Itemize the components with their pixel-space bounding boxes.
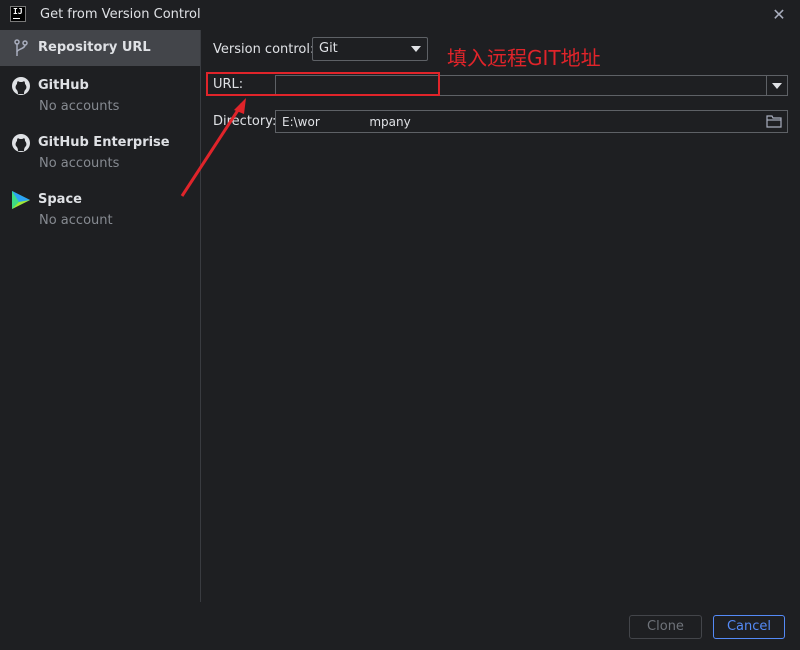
- cancel-button[interactable]: Cancel: [713, 615, 785, 639]
- sidebar-item-label: Repository URL: [38, 40, 151, 55]
- chevron-down-icon: [411, 46, 421, 52]
- folder-icon[interactable]: [766, 114, 782, 128]
- close-icon[interactable]: ✕: [768, 4, 790, 26]
- github-icon: [12, 134, 30, 152]
- vcs-branch-icon: [14, 39, 28, 56]
- sidebar-item-sub: No accounts: [39, 156, 120, 171]
- space-icon: [12, 191, 30, 209]
- directory-input[interactable]: [275, 110, 788, 133]
- sidebar-item-sub: No account: [39, 213, 113, 228]
- version-control-label: Version control:: [213, 42, 315, 57]
- sidebar-item-space[interactable]: Space No account: [0, 184, 200, 234]
- sidebar-item-github-enterprise[interactable]: GitHub Enterprise No accounts: [0, 127, 200, 177]
- version-control-select[interactable]: Git: [312, 37, 428, 61]
- sidebar-item-sub: No accounts: [39, 99, 120, 114]
- url-history-dropdown[interactable]: [766, 75, 788, 96]
- sidebar-item-repository-url[interactable]: Repository URL: [0, 30, 200, 66]
- clone-button[interactable]: Clone: [629, 615, 702, 639]
- sidebar-item-label: Space: [38, 192, 82, 207]
- sidebar: Repository URL GitHub No accounts GitHub…: [0, 30, 201, 602]
- window-title: Get from Version Control: [40, 7, 201, 22]
- sidebar-item-label: GitHub: [38, 78, 89, 93]
- annotation-arrow-icon: [180, 98, 246, 197]
- sidebar-item-label: GitHub Enterprise: [38, 135, 170, 150]
- title-bar: IJ Get from Version Control ✕: [0, 0, 800, 30]
- annotation-text: 填入远程GIT地址: [447, 46, 601, 70]
- sidebar-item-github[interactable]: GitHub No accounts: [0, 70, 200, 120]
- intellij-app-icon: IJ: [10, 6, 26, 22]
- github-icon: [12, 77, 30, 95]
- annotation-highlight-box: [206, 72, 440, 96]
- chevron-down-icon: [772, 83, 782, 89]
- version-control-value: Git: [319, 41, 338, 56]
- app-icon-text: IJ: [13, 7, 23, 16]
